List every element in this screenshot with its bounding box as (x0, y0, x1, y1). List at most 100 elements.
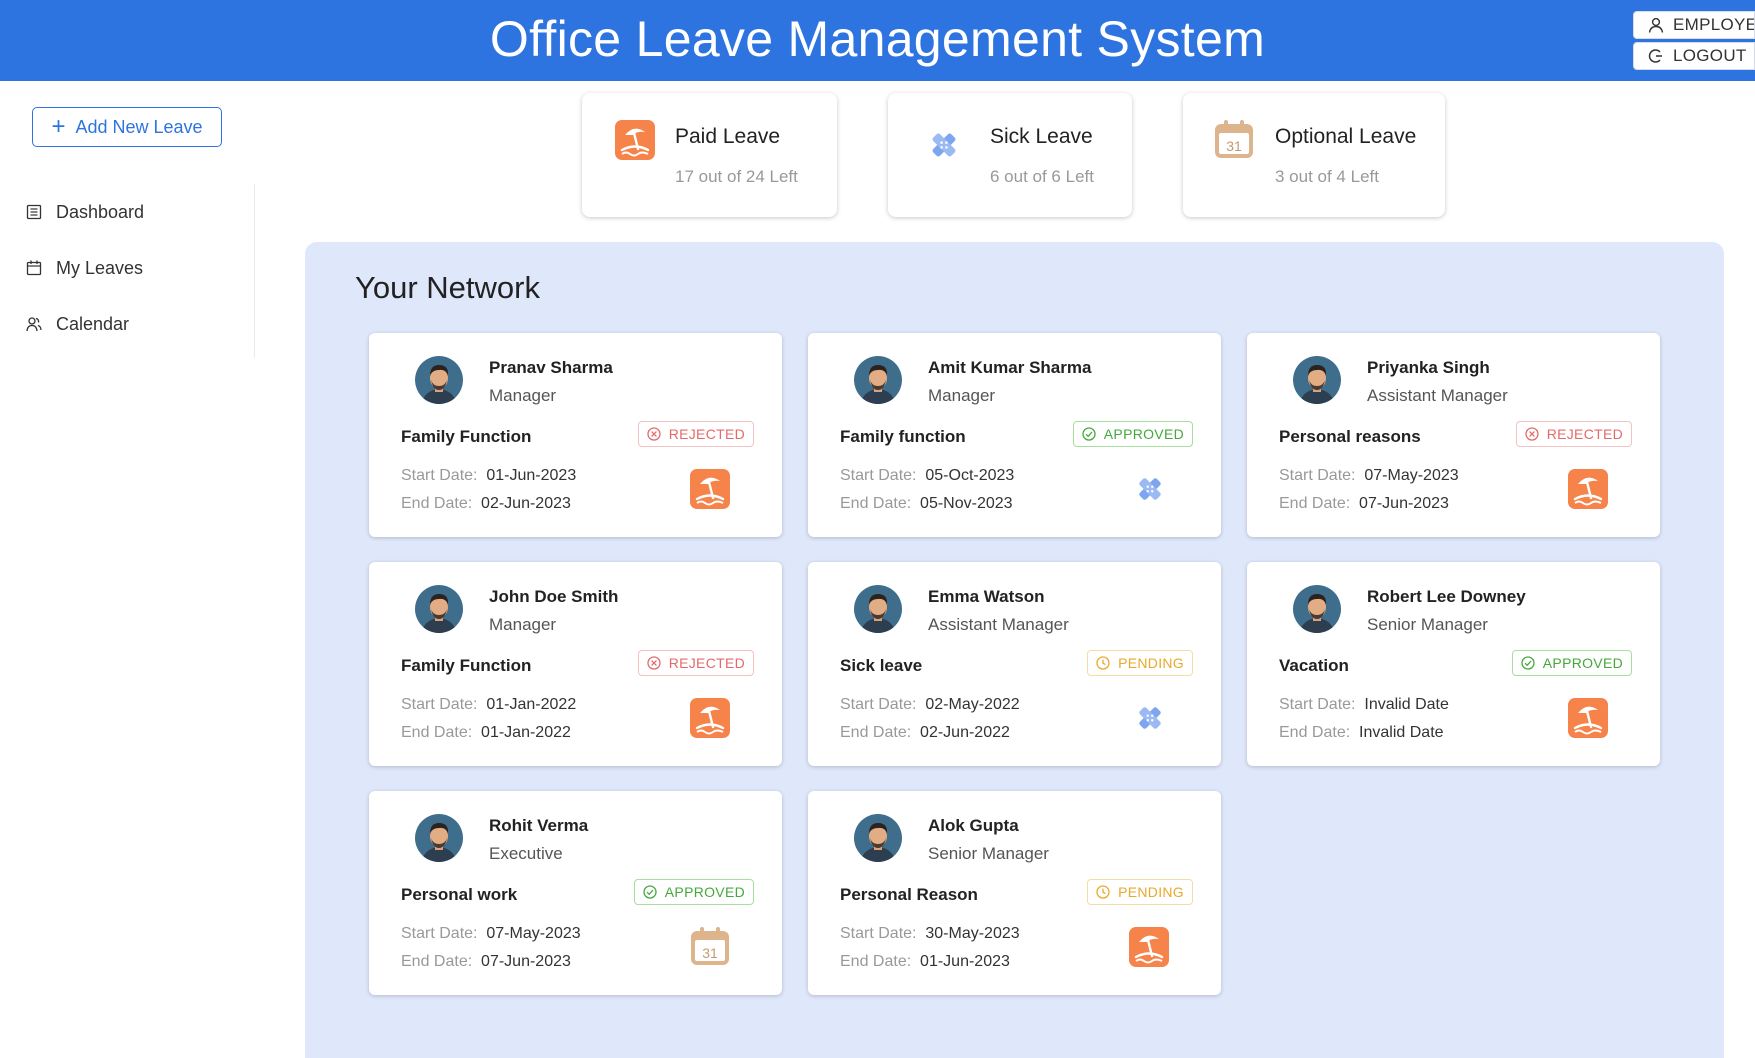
bandage-icon (1135, 703, 1165, 733)
app-title: Office Leave Management System (489, 11, 1266, 67)
employee-name: John Doe Smith (489, 587, 619, 606)
employee-name: Robert Lee Downey (1367, 587, 1526, 606)
employee-name: Alok Gupta (928, 816, 1019, 835)
start-date-label: Start Date: (1279, 696, 1356, 713)
start-date: Start Date: Invalid Date (1279, 696, 1449, 714)
end-date: End Date: Invalid Date (1279, 724, 1444, 742)
leave-reason: Family function (840, 427, 966, 446)
optional-leave-summary[interactable]: Optional Leave 3 out of 4 Left (1183, 93, 1445, 217)
sidebar-item-calendar[interactable]: Calendar (0, 296, 254, 352)
status-badge: REJECTED (637, 421, 754, 447)
bandage-icon (928, 129, 960, 161)
start-date-value: 30-May-2023 (925, 925, 1020, 942)
end-date-value: 02-Jun-2023 (481, 495, 571, 512)
beach-icon (1568, 698, 1608, 738)
employee-label: EMPLOYEE (1673, 15, 1754, 34)
start-date: Start Date: 30-May-2023 (840, 925, 1020, 943)
sick-leave-summary[interactable]: Sick Leave 6 out of 6 Left (888, 93, 1132, 217)
app-header: Office Leave Management System (0, 0, 1755, 81)
end-date-value: 01-Jun-2023 (920, 953, 1010, 970)
employee-role: Manager (489, 615, 557, 634)
leave-reason: Personal reasons (1279, 427, 1421, 446)
end-date-label: End Date: (401, 495, 473, 512)
beach-icon (1129, 927, 1169, 967)
employee-role: Assistant Manager (1367, 386, 1508, 405)
leave-reason: Vacation (1279, 656, 1349, 675)
sidebar-item-my-leaves[interactable]: My Leaves (0, 240, 254, 296)
end-date-label: End Date: (840, 953, 912, 970)
list-icon (26, 204, 42, 220)
clock-icon (1096, 885, 1110, 899)
summary-remaining: 17 out of 24 Left (675, 167, 798, 186)
sidebar-item-dashboard[interactable]: Dashboard (0, 184, 254, 240)
leave-card[interactable]: Priyanka Singh Assistant Manager Persona… (1247, 333, 1660, 537)
check-circle-icon (643, 885, 657, 899)
avatar (854, 356, 902, 404)
end-date: End Date: 02-Jun-2022 (840, 724, 1010, 742)
employee-role: Manager (928, 386, 996, 405)
avatar (415, 814, 463, 862)
avatar (415, 585, 463, 633)
end-date-label: End Date: (840, 724, 912, 741)
start-date-label: Start Date: (840, 696, 917, 713)
employee-role: Senior Manager (928, 844, 1049, 863)
beach-icon (615, 120, 655, 160)
start-date: Start Date: 01-Jan-2022 (401, 696, 576, 714)
start-date-value: 07-May-2023 (1364, 467, 1459, 484)
leave-card[interactable]: Rohit Verma Executive Personal work APPR… (369, 791, 782, 995)
sidebar-item-label: My Leaves (56, 257, 144, 278)
start-date: Start Date: 02-May-2022 (840, 696, 1020, 714)
summary-remaining: 3 out of 4 Left (1275, 167, 1379, 186)
leave-card[interactable]: Robert Lee Downey Senior Manager Vacatio… (1247, 562, 1660, 766)
start-date-label: Start Date: (401, 467, 478, 484)
end-date-value: Invalid Date (1359, 724, 1444, 741)
end-date-label: End Date: (1279, 724, 1351, 741)
sidebar-nav: Dashboard My Leaves Calendar (0, 184, 255, 358)
avatar (854, 585, 902, 633)
start-date-value: 07-May-2023 (486, 925, 581, 942)
leave-reason: Personal Reason (840, 885, 978, 904)
paid-leave-summary[interactable]: Paid Leave 17 out of 24 Left (582, 93, 837, 217)
sidebar-item-label: Calendar (56, 313, 130, 334)
add-new-leave-button[interactable]: + Add New Leave (32, 107, 222, 147)
start-date: Start Date: 07-May-2023 (1279, 467, 1459, 485)
end-date: End Date: 07-Jun-2023 (1279, 495, 1449, 513)
start-date-label: Start Date: (840, 925, 917, 942)
employee-role: Manager (489, 386, 557, 405)
status-badge: APPROVED (1511, 650, 1632, 676)
sidebar-item-label: Dashboard (56, 201, 145, 222)
leave-card[interactable]: John Doe Smith Manager Family Function R… (369, 562, 782, 766)
logout-button[interactable]: LOGOUT (1633, 42, 1755, 70)
employee-button[interactable]: EMPLOYEE (1633, 11, 1755, 39)
status-label: APPROVED (1542, 655, 1623, 671)
end-date-value: 07-Jun-2023 (481, 953, 571, 970)
start-date-value: 01-Jun-2023 (486, 467, 577, 484)
start-date: Start Date: 05-Oct-2023 (840, 467, 1014, 485)
employee-name: Rohit Verma (489, 816, 589, 835)
status-label: REJECTED (668, 655, 745, 671)
employee-name: Pranav Sharma (489, 358, 613, 377)
leave-reason: Sick leave (840, 656, 923, 675)
status-badge: APPROVED (1072, 421, 1193, 447)
start-date-value: 02-May-2022 (925, 696, 1020, 713)
user-menu: EMPLOYEE LOGOUT (1633, 11, 1755, 73)
leave-card[interactable]: Emma Watson Assistant Manager Sick leave… (808, 562, 1221, 766)
start-date-label: Start Date: (1279, 467, 1356, 484)
leave-reason: Family Function (401, 427, 532, 446)
leave-card[interactable]: Alok Gupta Senior Manager Personal Reaso… (808, 791, 1221, 995)
check-circle-icon (1521, 656, 1535, 670)
employee-role: Senior Manager (1367, 615, 1488, 634)
leave-card[interactable]: Amit Kumar Sharma Manager Family functio… (808, 333, 1221, 537)
add-new-leave-label: Add New Leave (75, 116, 203, 137)
calendar-31-icon (690, 927, 730, 967)
start-date-label: Start Date: (840, 467, 917, 484)
x-circle-icon (1525, 427, 1539, 441)
person-icon (1648, 17, 1664, 33)
status-badge: REJECTED (637, 650, 754, 676)
avatar (415, 356, 463, 404)
logout-label: LOGOUT (1673, 46, 1747, 65)
leave-card[interactable]: Pranav Sharma Manager Family Function RE… (369, 333, 782, 537)
end-date-label: End Date: (401, 953, 473, 970)
employee-name: Priyanka Singh (1367, 358, 1490, 377)
summary-remaining: 6 out of 6 Left (990, 167, 1094, 186)
